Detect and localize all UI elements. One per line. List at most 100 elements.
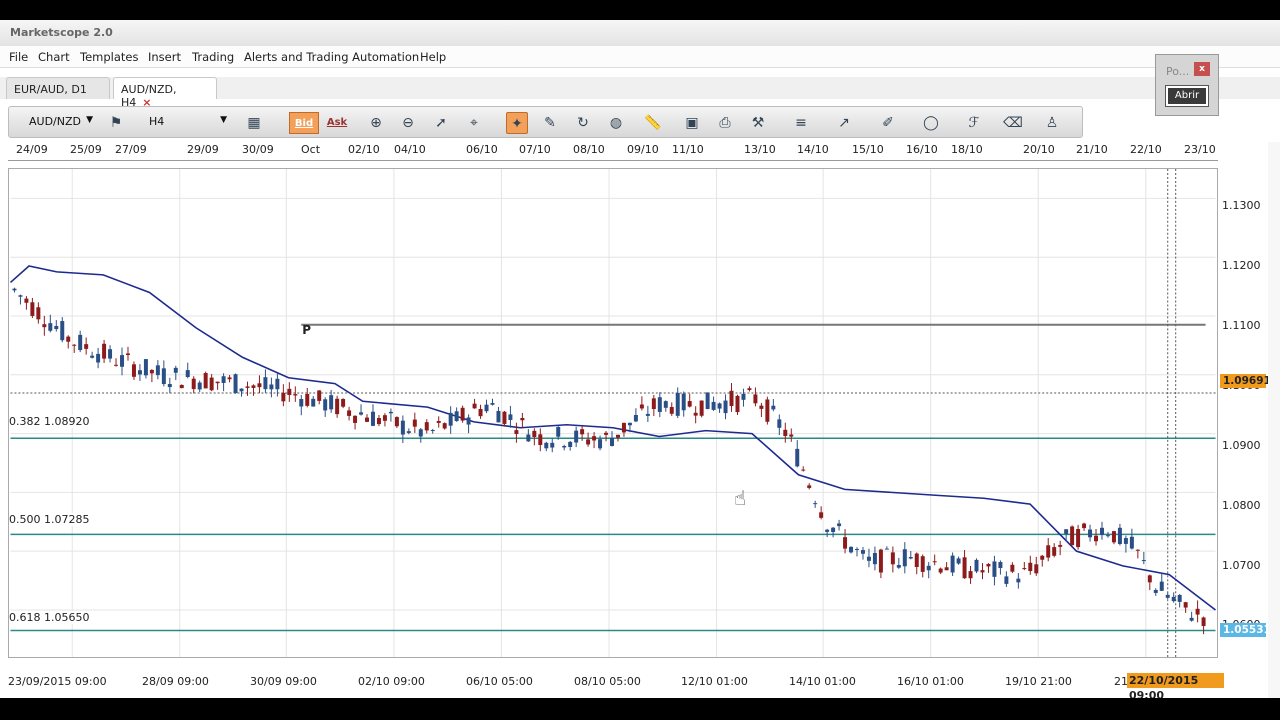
candle-body: [574, 430, 579, 443]
fib-label-618: 0.618 1.05650: [9, 611, 90, 624]
eraser-icon[interactable]: ⌫: [1002, 112, 1024, 134]
candle-body: [890, 552, 895, 565]
candle-body: [149, 369, 154, 374]
candle-body: [263, 377, 268, 390]
candle-body: [1010, 564, 1015, 572]
candle-body: [884, 548, 889, 550]
candle-body: [908, 556, 913, 559]
candle-body: [1034, 564, 1039, 574]
candle-body: [771, 405, 776, 410]
fibonacci-icon[interactable]: ℱ: [963, 112, 985, 134]
top-date-label: 16/10: [906, 143, 938, 156]
candle-body: [114, 364, 119, 366]
candle-body: [532, 430, 537, 437]
crosshair-icon[interactable]: ⌖: [463, 112, 485, 134]
open-button[interactable]: Abrir: [1165, 85, 1209, 107]
timeframe-value: H4: [149, 115, 165, 128]
hand-cursor-icon: ☝: [734, 486, 747, 510]
pointer-icon[interactable]: ➚: [430, 112, 452, 134]
chart-type-icon[interactable]: ▦: [243, 112, 265, 134]
candle-body: [902, 549, 907, 567]
pencil-icon[interactable]: ✐: [877, 112, 899, 134]
candle-body: [639, 404, 644, 409]
menu-help[interactable]: Help: [420, 50, 446, 64]
print-icon[interactable]: ⎙: [714, 112, 736, 134]
tab-bar: EUR/AUD, D1 AUD/NZD, H4 ×: [0, 77, 1280, 109]
popup-close-icon[interactable]: x: [1194, 62, 1210, 76]
trader-icon[interactable]: ♙: [1041, 112, 1063, 134]
candle-body: [843, 537, 848, 549]
tab-label: EUR/AUD, D1: [14, 83, 87, 96]
timeframe-select[interactable]: H4 ▼: [145, 113, 229, 131]
candle-body: [562, 445, 567, 448]
menu-templates[interactable]: Templates: [80, 50, 138, 64]
bottom-date-label: 21: [1114, 675, 1128, 688]
trend-icon[interactable]: ↗: [833, 112, 855, 134]
candle-body: [610, 437, 614, 446]
menu-alerts[interactable]: Alerts and Trading Automation: [244, 50, 419, 64]
candle-body: [538, 434, 543, 445]
chart-style-icon[interactable]: ⚑: [105, 112, 127, 134]
candle-body: [24, 298, 29, 303]
candle-body: [167, 384, 172, 388]
candle-body: [1189, 617, 1194, 621]
candle-body: [90, 355, 95, 358]
candle-body: [48, 323, 53, 331]
candle-body: [209, 377, 214, 391]
bottom-date-label: 12/10 01:00: [681, 675, 748, 688]
ellipse-icon[interactable]: ◯: [920, 112, 942, 134]
candle-body: [747, 388, 752, 390]
menu-chart[interactable]: Chart: [38, 50, 70, 64]
ask-button[interactable]: Ask: [322, 112, 352, 134]
candle-body: [896, 564, 901, 568]
tools-icon[interactable]: ⚒: [747, 112, 769, 134]
candle-body: [424, 422, 429, 431]
symbol-select[interactable]: AUD/NZD ▼: [25, 113, 95, 131]
image-icon[interactable]: ▣: [681, 112, 703, 134]
price-chart[interactable]: P: [8, 168, 1218, 658]
tab-eur-aud[interactable]: EUR/AUD, D1: [6, 77, 110, 99]
candle-body: [621, 422, 626, 433]
candle-body: [1046, 545, 1051, 558]
refresh-icon[interactable]: ↻: [572, 112, 594, 134]
candle-body: [36, 307, 41, 320]
candle-body: [12, 288, 17, 291]
price-tick-label: 1.0700: [1222, 559, 1261, 572]
lines-icon[interactable]: ≡: [790, 112, 812, 134]
candle-body: [66, 336, 71, 342]
candle-body: [1028, 562, 1033, 572]
candle-body: [723, 400, 728, 414]
candle-body: [586, 439, 591, 445]
candle-body: [460, 407, 465, 421]
ruler-icon[interactable]: 📏: [642, 112, 664, 134]
menu-trading[interactable]: Trading: [192, 50, 234, 64]
bid-button[interactable]: Bid: [289, 112, 319, 134]
candle-body: [878, 549, 883, 573]
candle-body: [370, 411, 375, 426]
candle-body: [1141, 560, 1146, 562]
candle-body: [1052, 547, 1057, 556]
candle-body: [1159, 581, 1164, 591]
candle-body: [1094, 535, 1099, 542]
tab-aud-nzd[interactable]: AUD/NZD, H4 ×: [113, 77, 217, 109]
candle-body: [938, 568, 943, 573]
candle-body: [1183, 602, 1188, 608]
zoom-in-icon[interactable]: ⊕: [365, 112, 387, 134]
candle-body: [245, 386, 250, 388]
candle-body: [831, 527, 836, 532]
bottom-date-label: 19/10 21:00: [1005, 675, 1072, 688]
pin-icon[interactable]: ✦: [506, 112, 528, 134]
edit-icon[interactable]: ✎: [539, 112, 561, 134]
candle-body: [633, 414, 638, 422]
top-date-label: 07/10: [519, 143, 551, 156]
menu-insert[interactable]: Insert: [148, 50, 181, 64]
top-date-label: 22/10: [1130, 143, 1162, 156]
zoom-out-icon[interactable]: ⊖: [397, 112, 419, 134]
bottom-date-label: 28/09 09:00: [142, 675, 209, 688]
candle-body: [84, 344, 89, 349]
menu-file[interactable]: File: [9, 50, 28, 64]
candle-body: [651, 398, 656, 410]
low-price-tag: 1.05531: [1220, 623, 1271, 637]
top-date-label: 29/09: [187, 143, 219, 156]
globe-icon[interactable]: ◍: [605, 112, 627, 134]
